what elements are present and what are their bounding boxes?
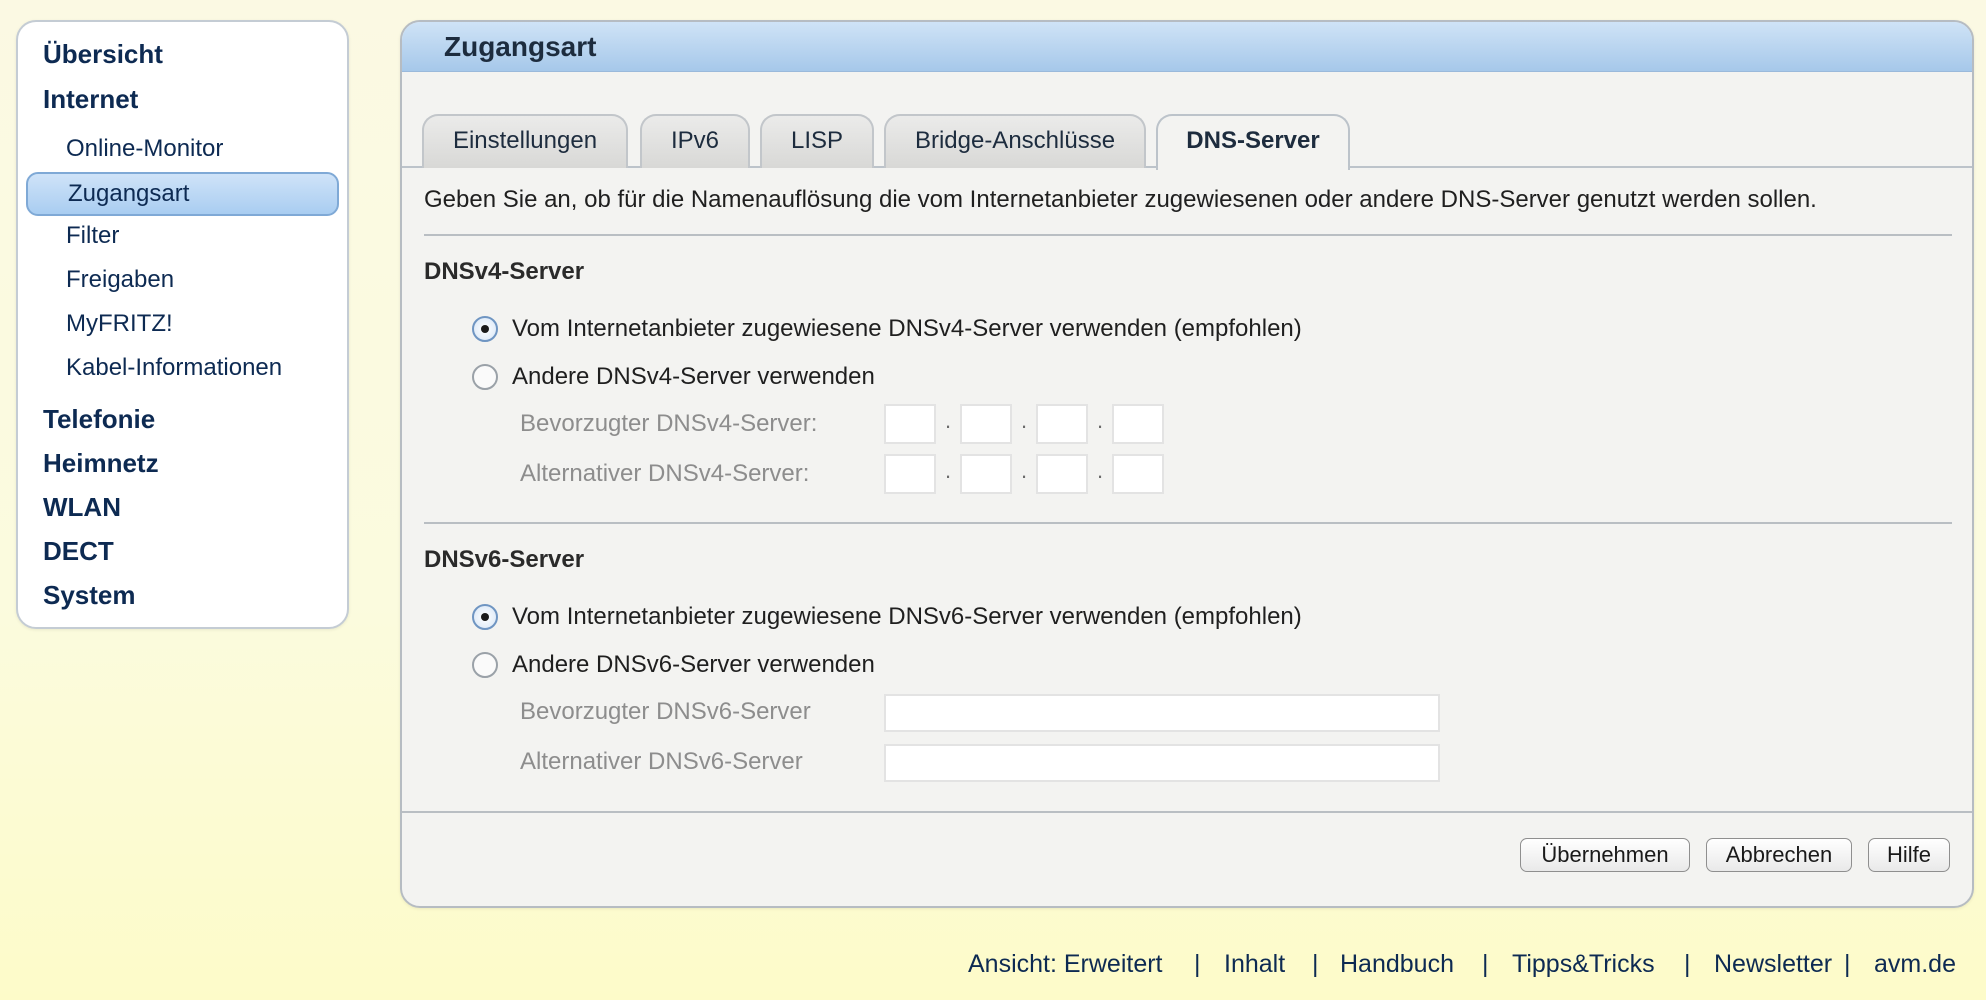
dnsv4-option-isp-label: Vom Internetanbieter zugewiesene DNSv4-S…	[512, 315, 1302, 342]
radio-checked-icon[interactable]	[472, 316, 498, 342]
footer-link-tipps-tricks[interactable]: Tipps&Tricks	[1512, 950, 1655, 979]
footer-link-handbuch[interactable]: Handbuch	[1340, 950, 1454, 979]
apply-button[interactable]: Übernehmen	[1520, 838, 1690, 872]
dnsv6-alternative-label: Alternativer DNSv6-Server	[520, 748, 803, 775]
page-title: Zugangsart	[402, 22, 1972, 72]
dnsv4-alternative-input: · · ·	[884, 454, 1164, 494]
sidebar-item-zugangsart[interactable]: Zugangsart	[26, 172, 339, 216]
ip-octet-field[interactable]	[1112, 454, 1164, 494]
radio-checked-icon[interactable]	[472, 604, 498, 630]
ip-octet-field[interactable]	[1112, 404, 1164, 444]
sidebar-item-dect[interactable]: DECT	[43, 536, 114, 567]
dnsv4-option-other[interactable]: Andere DNSv4-Server verwenden	[472, 362, 875, 392]
help-button[interactable]: Hilfe	[1868, 838, 1950, 872]
button-bar-divider	[402, 811, 1972, 813]
tab-ipv6[interactable]: IPv6	[640, 114, 750, 168]
dnsv4-option-other-label: Andere DNSv4-Server verwenden	[512, 363, 875, 390]
footer-link-inhalt[interactable]: Inhalt	[1224, 950, 1285, 979]
tab-bridge-anschluesse[interactable]: Bridge-Anschlüsse	[884, 114, 1146, 168]
dnsv6-option-other-label: Andere DNSv6-Server verwenden	[512, 651, 875, 678]
ip-octet-field[interactable]	[1036, 404, 1088, 444]
footer-link-newsletter[interactable]: Newsletter	[1714, 950, 1832, 979]
footer: Ansicht: Erweitert | Inhalt | Handbuch |…	[0, 950, 1986, 984]
radio-unchecked-icon[interactable]	[472, 652, 498, 678]
ip-octet-field[interactable]	[884, 454, 936, 494]
sidebar-item-wlan[interactable]: WLAN	[43, 492, 121, 523]
sidebar-item-telefonie[interactable]: Telefonie	[43, 404, 155, 435]
dnsv4-preferred-label: Bevorzugter DNSv4-Server:	[520, 410, 818, 437]
ip-dot-separator: ·	[1096, 463, 1104, 488]
dnsv6-section-title: DNSv6-Server	[424, 546, 585, 573]
dnsv4-section-title: DNSv4-Server	[424, 258, 585, 285]
tab-einstellungen[interactable]: Einstellungen	[422, 114, 628, 168]
dnsv6-option-isp[interactable]: Vom Internetanbieter zugewiesene DNSv6-S…	[472, 602, 1302, 632]
dnsv6-option-isp-label: Vom Internetanbieter zugewiesene DNSv6-S…	[512, 603, 1302, 630]
tab-dns-server[interactable]: DNS-Server	[1156, 114, 1350, 170]
dnsv6-option-other[interactable]: Andere DNSv6-Server verwenden	[472, 650, 875, 680]
ip-octet-field[interactable]	[884, 404, 936, 444]
radio-unchecked-icon[interactable]	[472, 364, 498, 390]
main-panel: Zugangsart Einstellungen IPv6 LISP Bridg…	[400, 20, 1974, 908]
divider	[424, 522, 1952, 524]
sidebar-nav: Übersicht Internet Online-Monitor Zugang…	[16, 20, 349, 629]
ip-dot-separator: ·	[1096, 413, 1104, 438]
footer-separator: |	[1684, 950, 1691, 978]
tab-bar: Einstellungen IPv6 LISP Bridge-Anschlüss…	[402, 72, 1972, 170]
footer-separator: |	[1482, 950, 1489, 978]
ip-dot-separator: ·	[1020, 463, 1028, 488]
dnsv4-preferred-input: · · ·	[884, 404, 1164, 444]
footer-separator: |	[1194, 950, 1201, 978]
ip-dot-separator: ·	[944, 413, 952, 438]
tab-lisp[interactable]: LISP	[760, 114, 874, 168]
footer-link-ansicht[interactable]: Ansicht: Erweitert	[968, 950, 1163, 979]
sidebar-item-freigaben[interactable]: Freigaben	[66, 266, 174, 294]
sidebar-item-system[interactable]: System	[43, 580, 136, 611]
divider	[424, 234, 1952, 236]
footer-separator: |	[1312, 950, 1319, 978]
ip-dot-separator: ·	[944, 463, 952, 488]
footer-separator: |	[1844, 950, 1851, 978]
sidebar-item-uebersicht[interactable]: Übersicht	[43, 39, 163, 70]
dnsv6-preferred-input[interactable]	[884, 694, 1440, 732]
sidebar-item-internet[interactable]: Internet	[43, 84, 138, 115]
intro-text: Geben Sie an, ob für die Namenauflösung …	[424, 186, 1817, 213]
dnsv6-alternative-input[interactable]	[884, 744, 1440, 782]
cancel-button[interactable]: Abbrechen	[1706, 838, 1852, 872]
sidebar-item-myfritz[interactable]: MyFRITZ!	[66, 310, 173, 338]
sidebar-item-online-monitor[interactable]: Online-Monitor	[66, 135, 223, 163]
sidebar-item-heimnetz[interactable]: Heimnetz	[43, 448, 159, 479]
ip-octet-field[interactable]	[1036, 454, 1088, 494]
dnsv4-option-isp[interactable]: Vom Internetanbieter zugewiesene DNSv4-S…	[472, 314, 1302, 344]
ip-octet-field[interactable]	[960, 404, 1012, 444]
sidebar-item-kabel-informationen[interactable]: Kabel-Informationen	[66, 354, 282, 382]
ip-octet-field[interactable]	[960, 454, 1012, 494]
ip-dot-separator: ·	[1020, 413, 1028, 438]
dnsv6-preferred-label: Bevorzugter DNSv6-Server	[520, 698, 811, 725]
sidebar-item-filter[interactable]: Filter	[66, 222, 119, 250]
dnsv4-alternative-label: Alternativer DNSv4-Server:	[520, 460, 810, 487]
footer-link-avm[interactable]: avm.de	[1874, 950, 1956, 979]
